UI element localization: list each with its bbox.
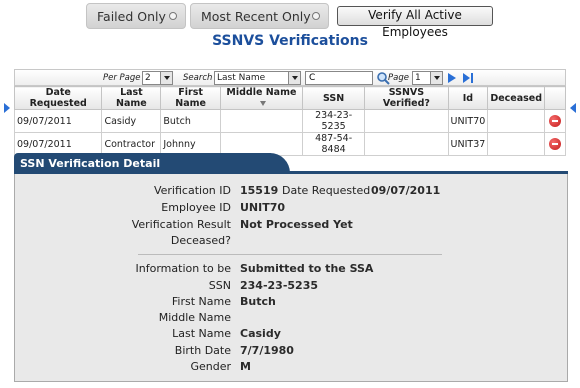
chevron-down-icon[interactable]: [160, 72, 172, 84]
section-divider: [138, 254, 442, 255]
most-recent-only-toggle[interactable]: Most Recent Only: [190, 3, 329, 29]
verification-result-value: Not Processed Yet: [240, 218, 353, 231]
first-name-label: First Name: [171, 295, 231, 308]
last-name-value: Casidy: [240, 327, 281, 340]
table-header-row: Date Requested Last Name First Name Midd…: [13, 86, 566, 110]
page-title: SSNVS Verifications: [212, 33, 368, 49]
column-header[interactable]: Date Requested: [13, 86, 103, 110]
most-recent-only-radio-icon[interactable]: [312, 12, 320, 20]
verification-id-label: Verification ID: [153, 184, 231, 197]
table-cell: UNIT70: [447, 109, 489, 133]
search-label: Search: [183, 73, 213, 83]
column-header[interactable]: First Name: [160, 86, 221, 110]
table-cell: 09/07/2011: [13, 109, 103, 133]
per-page-value: 2: [145, 73, 151, 83]
row-pointer-icon: [570, 103, 576, 113]
column-header[interactable]: SSN: [301, 86, 366, 110]
table-cell: 487-54-8484: [301, 132, 366, 156]
chevron-down-icon[interactable]: [288, 72, 300, 84]
table-cell: Casidy: [101, 109, 162, 133]
page-select[interactable]: 1: [412, 71, 443, 85]
verification-id-value: 15519: [240, 184, 279, 197]
column-header[interactable]: Id: [447, 86, 489, 110]
middle-name-label: Middle Name: [158, 311, 231, 324]
table-cell: [487, 109, 546, 133]
table-row[interactable]: 09/07/2011 Casidy Butch 234-23-5235 UNIT…: [13, 109, 566, 133]
ssn-label: SSN: [208, 279, 231, 292]
table-cell: 234-23-5235: [301, 109, 366, 133]
last-page-icon[interactable]: [463, 73, 475, 83]
table-cell: [219, 109, 303, 133]
detail-tab-corner: [266, 153, 290, 173]
search-input[interactable]: [305, 71, 373, 85]
birth-date-label: Birth Date: [174, 344, 231, 357]
birth-date-value: 7/7/1980: [240, 344, 294, 357]
actions-column-header: [544, 86, 566, 110]
date-requested-label: Date Requested: [282, 184, 371, 197]
verify-all-active-employees-button[interactable]: Verify All Active Employees: [337, 6, 493, 39]
deceased-label: Deceased?: [170, 234, 231, 247]
employee-id-value: UNIT70: [240, 201, 286, 214]
search-field-select[interactable]: Last Name: [214, 71, 301, 85]
column-header[interactable]: Last Name: [101, 86, 162, 110]
column-header-middle-name[interactable]: Middle Name: [219, 86, 303, 110]
column-header-label: Middle Name: [226, 87, 297, 98]
table-cell: [364, 109, 449, 133]
most-recent-only-label: Most Recent Only: [201, 8, 311, 24]
column-header[interactable]: Deceased: [487, 86, 546, 110]
table-cell: UNIT37: [447, 132, 489, 156]
delete-icon[interactable]: [549, 115, 562, 127]
page-value: 1: [415, 73, 421, 83]
employee-id-label: Employee ID: [161, 201, 231, 214]
column-header[interactable]: SSNVS Verified?: [364, 86, 449, 110]
ssn-value: 234-23-5235: [240, 279, 319, 292]
failed-only-label: Failed Only: [97, 8, 166, 24]
verification-result-label: Verification Result: [131, 218, 231, 231]
delete-icon[interactable]: [549, 138, 562, 150]
search-field-value: Last Name: [217, 73, 266, 83]
last-name-label: Last Name: [172, 327, 231, 340]
delete-cell: [544, 109, 566, 133]
submission-heading-left: Information to be: [135, 262, 231, 275]
gender-value: M: [240, 360, 251, 373]
first-name-value: Butch: [240, 295, 276, 308]
next-page-icon[interactable]: [447, 73, 457, 83]
grid-pager: Per Page 2 Search Last Name Page 1: [14, 69, 566, 86]
failed-only-radio-icon[interactable]: [169, 12, 177, 20]
row-pointer-icon: [4, 103, 10, 113]
per-page-label: Per Page: [103, 73, 141, 83]
table-cell: [364, 132, 449, 156]
submission-heading-right: Submitted to the SSA: [240, 262, 374, 275]
verifications-table: Date Requested Last Name First Name Midd…: [13, 86, 566, 156]
gender-label: Gender: [190, 360, 231, 373]
detail-panel-title: SSN Verification Detail: [14, 153, 271, 173]
sort-arrow-icon[interactable]: [259, 101, 266, 106]
page-label: Page: [388, 73, 409, 83]
table-cell: Butch: [160, 109, 221, 133]
date-requested-value: 09/07/2011: [371, 184, 441, 197]
chevron-down-icon[interactable]: [430, 72, 442, 84]
delete-cell: [544, 132, 566, 156]
table-cell: [487, 132, 546, 156]
per-page-select[interactable]: 2: [142, 71, 173, 85]
failed-only-toggle[interactable]: Failed Only: [86, 3, 186, 29]
